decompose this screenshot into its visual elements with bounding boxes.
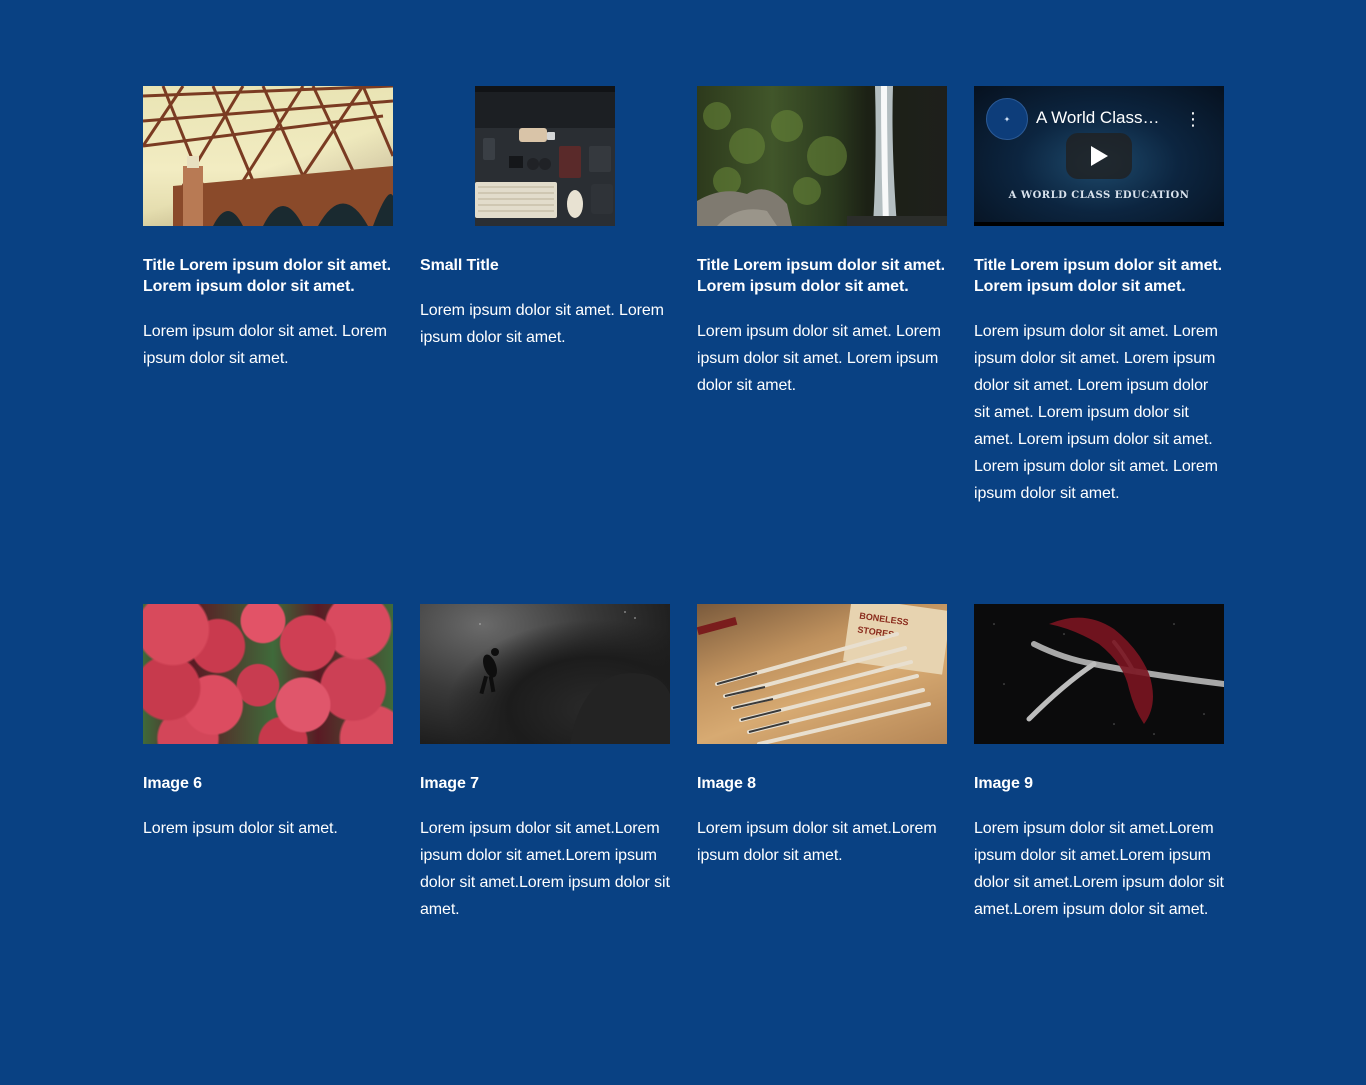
card-grid: Title Lorem ipsum dolor sit amet. Lorem … [143,86,1224,923]
desk-image-frame [420,86,670,226]
video-title[interactable]: A World Class… [1036,108,1159,128]
card-4: ✦ A World Class… ⋮ A WORLD CLASS EDUCATI… [974,86,1224,604]
card-1: Title Lorem ipsum dolor sit amet. Lorem … [143,86,393,604]
card-title: Image 8 [697,775,756,792]
card-3: Title Lorem ipsum dolor sit amet. Lorem … [697,86,947,604]
card-body: Lorem ipsum dolor sit amet. Lorem ipsum … [143,323,387,367]
card-title: Title Lorem ipsum dolor sit amet. Lorem … [143,257,392,295]
strawberries-image [143,604,393,744]
card-title: Small Title [420,257,499,274]
card-title: Title Lorem ipsum dolor sit amet. Lorem … [697,257,946,295]
card-title: Image 9 [974,775,1033,792]
channel-logo-icon[interactable]: ✦ [986,98,1028,140]
play-icon [1091,146,1108,166]
card-7: Image 7 Lorem ipsum dolor sit amet.Lorem… [420,604,670,923]
bridge-image [143,86,393,226]
video-player[interactable]: ✦ A World Class… ⋮ A WORLD CLASS EDUCATI… [974,86,1224,226]
card-body: Lorem ipsum dolor sit amet. Lorem ipsum … [420,302,664,346]
more-options-icon[interactable]: ⋮ [1184,110,1202,130]
card-body: Lorem ipsum dolor sit amet. [143,820,338,837]
card-body: Lorem ipsum dolor sit amet.Lorem ipsum d… [420,820,670,918]
card-body: Lorem ipsum dolor sit amet.Lorem ipsum d… [974,820,1224,918]
card-body: Lorem ipsum dolor sit amet. Lorem ipsum … [697,323,941,394]
card-title: Title Lorem ipsum dolor sit amet. Lorem … [974,257,1223,295]
video-caption: A WORLD CLASS EDUCATION [1008,190,1190,201]
card-title: Image 7 [420,775,479,792]
antler-image [974,604,1224,744]
card-title: Image 6 [143,775,202,792]
card-6: Image 6 Lorem ipsum dolor sit amet. [143,604,393,923]
pencils-image: BONELESS STORES [697,604,947,744]
card-8: BONELESS STORES Image 8 Lorem ipsum dolo… [697,604,947,923]
video-progress-bar [974,222,1224,226]
card-2: Small Title Lorem ipsum dolor sit amet. … [420,86,670,604]
card-body: Lorem ipsum dolor sit amet.Lorem ipsum d… [697,820,937,864]
card-9: Image 9 Lorem ipsum dolor sit amet.Lorem… [974,604,1224,923]
card-body: Lorem ipsum dolor sit amet. Lorem ipsum … [974,323,1218,502]
desk-image [475,86,615,226]
waterfall-image [697,86,947,226]
play-button[interactable] [1066,133,1132,179]
diver-image [420,604,670,744]
